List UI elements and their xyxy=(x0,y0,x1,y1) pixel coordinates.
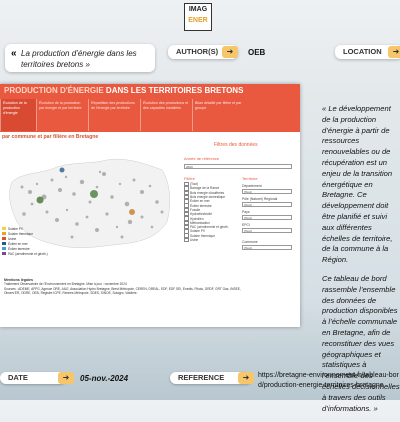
mentions-text: Traitement Observatoire de l'Environneme… xyxy=(4,282,127,287)
filiere-option[interactable]: Usine xyxy=(184,237,240,243)
map-bubble-large xyxy=(36,196,44,204)
dashboard-tabs: Évolution de la production d'énergie Évo… xyxy=(0,99,300,131)
logo-line2: ENER xyxy=(188,17,208,24)
map-bubble-large xyxy=(129,209,135,215)
pays-label: Pays xyxy=(242,210,250,214)
commune-label: Commune xyxy=(242,240,258,244)
dashboard-title: PRODUCTION D'ÉNERGIE DANS LES TERRITOIRE… xyxy=(4,86,244,95)
dashboard-header: PRODUCTION D'ÉNERGIE DANS LES TERRITOIRE… xyxy=(0,84,300,132)
sources-text: Sources : ADEME, AFPG, Agence ORE, AILE,… xyxy=(4,286,241,296)
pole-label: Pôle (Naturel) Régional xyxy=(242,197,278,201)
date-value: 05-nov.-2024 xyxy=(80,374,129,383)
reference-url[interactable]: https://bretagne-environnement.fr/tablea… xyxy=(258,371,400,393)
epci-select[interactable]: (Tout) xyxy=(242,228,292,233)
tab-repartition[interactable]: Répartition des productions de l'énergie… xyxy=(88,99,140,131)
map-bubble-large xyxy=(90,190,98,198)
description-paragraph-2: Ce tableau de bord rassemble l’ensemble … xyxy=(322,273,400,413)
pole-select[interactable]: (Tout) xyxy=(242,202,292,207)
logo-line1: IMAG xyxy=(188,6,208,13)
imagener-logo: IMAG ENER xyxy=(184,3,212,31)
tab-evolution-territoire[interactable]: Évolution de la production par énergie e… xyxy=(36,99,88,131)
legal-mentions: Mentions légales Traitement Observatoire… xyxy=(4,278,254,296)
filiere-list: (Tout) Barrage de la Rance Bois énergie … xyxy=(184,181,240,243)
location-arrow-icon[interactable]: ➜ xyxy=(388,46,400,58)
reference-arrow-icon[interactable]: ➜ xyxy=(238,372,254,384)
commune-select[interactable]: (Tout) xyxy=(242,245,292,250)
epci-label: EPCI xyxy=(242,223,250,227)
title-card: « La production d’énergie dans les terri… xyxy=(5,44,155,72)
tab-evolution[interactable]: Évolution de la production d'énergie xyxy=(0,99,36,131)
title-text: La production d’énergie dans les territo… xyxy=(21,49,137,69)
date-label-card: DATE xyxy=(0,372,66,384)
tab-bilan[interactable]: Bilan détaillé par filière et par groupe xyxy=(192,99,244,131)
author-value: OEB xyxy=(248,48,266,57)
map-bubble-large xyxy=(59,167,65,173)
date-arrow-icon[interactable]: ➜ xyxy=(58,372,74,384)
filiere-label: Filière xyxy=(184,176,195,181)
year-label: Année de référence xyxy=(184,156,220,161)
legend-item: PAC (aérothermie et géoth.) xyxy=(2,251,62,256)
dashboard-screenshot: PRODUCTION D'ÉNERGIE DANS LES TERRITOIRE… xyxy=(0,84,300,327)
filters-panel: Filtres des données Année de référence 2… xyxy=(182,142,296,282)
map-legend: Solaire PV Solaire thermique Usine Éolie… xyxy=(2,226,62,256)
quote-open: « xyxy=(11,48,17,59)
tab-capacites[interactable]: Évolution des productions et des capacit… xyxy=(140,99,192,131)
territoire-label: Territoire xyxy=(242,176,258,181)
filters-title: Filtres des données xyxy=(214,142,258,148)
departement-label: Département xyxy=(242,184,262,188)
pays-select[interactable]: (Tout) xyxy=(242,215,292,220)
author-arrow-icon[interactable]: ➜ xyxy=(222,46,238,58)
description-paragraph-1: « Le développement de la production d’én… xyxy=(322,104,393,265)
mentions-title: Mentions légales xyxy=(4,278,33,282)
year-select[interactable]: 2023 xyxy=(184,164,292,169)
departement-select[interactable]: (Tout) xyxy=(242,189,292,194)
map-subtitle: par commune et par filière en Bretagne xyxy=(2,134,99,140)
